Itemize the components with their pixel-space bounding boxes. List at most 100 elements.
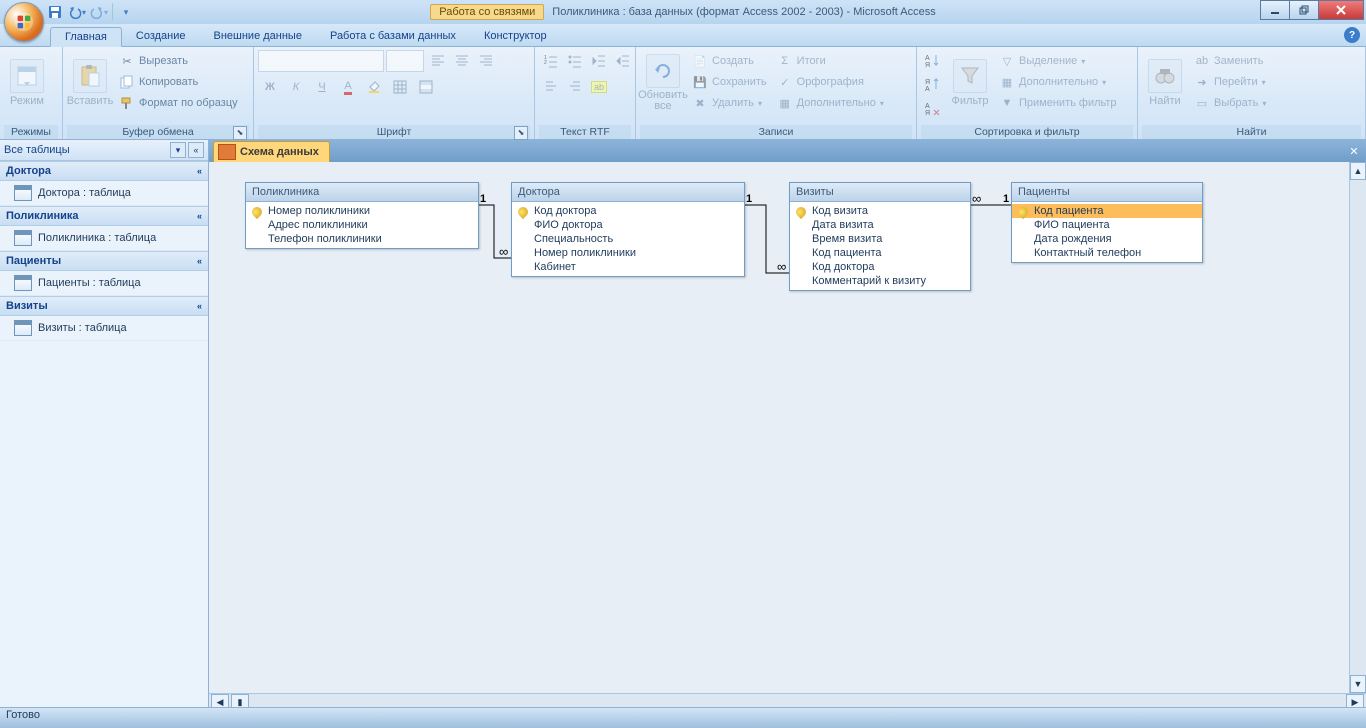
rtl-button[interactable]	[563, 75, 587, 99]
relationship-field[interactable]: Номер поликлиники	[512, 246, 744, 260]
fill-color-button[interactable]	[362, 75, 386, 99]
nav-category-dropdown[interactable]: ▾	[170, 142, 186, 158]
qat-redo-button[interactable]: ▾	[90, 3, 108, 21]
qat-undo-button[interactable]: ▾	[68, 3, 86, 21]
relationship-field[interactable]: Кабинет	[512, 260, 744, 274]
ribbon-tab[interactable]: Создание	[122, 27, 200, 46]
decrease-indent-button[interactable]	[611, 49, 635, 73]
relationships-canvas[interactable]: 1∞1∞1∞ ПоликлиникаНомер поликлиникиАдрес…	[209, 162, 1366, 693]
totals-button[interactable]: ΣИтоги	[773, 51, 888, 71]
align-left-button[interactable]	[426, 49, 450, 73]
align-right-button[interactable]	[474, 49, 498, 73]
relationship-field[interactable]: Код доктора	[790, 260, 970, 274]
bullet-list-button[interactable]	[563, 49, 587, 73]
relationship-table[interactable]: Поликлиника Номер поликлиникиАдрес поликл…	[245, 182, 479, 249]
find-button[interactable]: Найти	[1142, 49, 1188, 117]
nav-item[interactable]: Поликлиника : таблица	[0, 226, 208, 251]
paste-button[interactable]: Вставить	[67, 49, 113, 117]
relationship-table-title[interactable]: Пациенты	[1012, 183, 1202, 202]
filter-button[interactable]: Фильтр	[947, 49, 993, 117]
relationship-field[interactable]: Комментарий к визиту	[790, 274, 970, 288]
clear-sort-button[interactable]: АЯ	[921, 97, 945, 121]
alt-row-color-button[interactable]	[414, 75, 438, 99]
scroll-down-button[interactable]: ▼	[1350, 675, 1366, 693]
sort-asc-button[interactable]: АЯ	[921, 49, 945, 73]
replace-button[interactable]: abЗаменить	[1190, 51, 1270, 71]
document-close-button[interactable]: ✕	[1346, 143, 1362, 159]
select-button[interactable]: ▭Выбрать ▾	[1190, 93, 1270, 113]
toggle-filter-button[interactable]: ▼Применить фильтр	[995, 93, 1121, 113]
relationship-field[interactable]: Код пациента	[790, 246, 970, 260]
ribbon-tab[interactable]: Главная	[50, 27, 122, 47]
nav-item[interactable]: Пациенты : таблица	[0, 271, 208, 296]
relationship-table-title[interactable]: Доктора	[512, 183, 744, 202]
view-mode-button[interactable]: Режим	[4, 49, 50, 117]
new-record-button[interactable]: 📄Создать	[688, 51, 771, 71]
relationship-field[interactable]: Код пациента	[1012, 204, 1202, 218]
copy-button[interactable]: Копировать	[115, 72, 242, 92]
nav-item[interactable]: Визиты : таблица	[0, 316, 208, 341]
qat-customize-button[interactable]: ▾	[112, 3, 135, 21]
save-record-button[interactable]: 💾Сохранить	[688, 72, 771, 92]
format-painter-button[interactable]: Формат по образцу	[115, 93, 242, 113]
relationship-field[interactable]: Время визита	[790, 232, 970, 246]
vertical-scrollbar[interactable]: ▲ ▼	[1349, 162, 1366, 693]
nav-group-header[interactable]: Пациенты«	[0, 251, 208, 271]
nav-collapse-button[interactable]: «	[188, 142, 204, 158]
restore-button[interactable]	[1289, 0, 1319, 20]
delete-record-button[interactable]: ✖Удалить ▾	[688, 93, 771, 113]
advanced-filter-button[interactable]: ▦Дополнительно ▾	[995, 72, 1121, 92]
document-tab-relationships[interactable]: Схема данных	[213, 141, 330, 162]
help-button[interactable]: ?	[1344, 27, 1360, 43]
increase-indent-button[interactable]	[587, 49, 611, 73]
nav-group-header[interactable]: Визиты«	[0, 296, 208, 316]
relationship-table[interactable]: ВизитыКод визитаДата визитаВремя визитаК…	[789, 182, 971, 291]
relationship-field[interactable]: Номер поликлиники	[246, 204, 478, 218]
more-records-button[interactable]: ▦Дополнительно ▾	[773, 93, 888, 113]
highlight-button[interactable]: ab	[587, 75, 611, 99]
scroll-up-button[interactable]: ▲	[1350, 162, 1366, 180]
font-family-combo[interactable]	[258, 50, 384, 72]
relationship-field[interactable]: Телефон поликлиники	[246, 232, 478, 246]
qat-save-button[interactable]	[46, 3, 64, 21]
relationship-field[interactable]: Адрес поликлиники	[246, 218, 478, 232]
relationship-field[interactable]: ФИО пациента	[1012, 218, 1202, 232]
gridlines-button[interactable]	[388, 75, 412, 99]
minimize-button[interactable]	[1260, 0, 1290, 20]
font-size-combo[interactable]	[386, 50, 424, 72]
relationship-field[interactable]: Дата визита	[790, 218, 970, 232]
ribbon-tab[interactable]: Внешние данные	[200, 27, 316, 46]
nav-group-header[interactable]: Доктора«	[0, 161, 208, 181]
selection-filter-button[interactable]: ▽Выделение ▾	[995, 51, 1121, 71]
relationship-field[interactable]: Код доктора	[512, 204, 744, 218]
refresh-all-button[interactable]: Обновить все	[640, 49, 686, 117]
font-color-button[interactable]: А	[336, 75, 360, 99]
relationship-field[interactable]: Код визита	[790, 204, 970, 218]
font-dialog-launcher[interactable]: ⬊	[514, 126, 528, 140]
sort-desc-button[interactable]: ЯА	[921, 73, 945, 97]
spelling-button[interactable]: ✓Орфография	[773, 72, 888, 92]
ribbon-tab[interactable]: Работа с базами данных	[316, 27, 470, 46]
relationship-field[interactable]: Специальность	[512, 232, 744, 246]
numbered-list-button[interactable]: 12	[539, 49, 563, 73]
bold-button[interactable]: Ж	[258, 75, 282, 99]
nav-item[interactable]: Доктора : таблица	[0, 181, 208, 206]
relationship-field[interactable]: ФИО доктора	[512, 218, 744, 232]
clipboard-dialog-launcher[interactable]: ⬊	[233, 126, 247, 140]
nav-pane-header[interactable]: Все таблицы ▾«	[0, 140, 208, 161]
relationship-field[interactable]: Контактный телефон	[1012, 246, 1202, 260]
cut-button[interactable]: ✂Вырезать	[115, 51, 242, 71]
relationship-field[interactable]: Дата рождения	[1012, 232, 1202, 246]
relationship-table[interactable]: Доктора Код доктораФИО доктораСпециальнос…	[511, 182, 745, 277]
align-center-button[interactable]	[450, 49, 474, 73]
office-button[interactable]	[4, 2, 44, 42]
relationship-table-title[interactable]: Визиты	[790, 183, 970, 202]
close-button[interactable]	[1318, 0, 1364, 20]
ribbon-tab[interactable]: Конструктор	[470, 27, 561, 46]
italic-button[interactable]: К	[284, 75, 308, 99]
relationship-table-title[interactable]: Поликлиника	[246, 183, 478, 202]
relationship-table[interactable]: Пациенты Код пациентаФИО пациентаДата рож…	[1011, 182, 1203, 263]
nav-group-header[interactable]: Поликлиника«	[0, 206, 208, 226]
underline-button[interactable]: Ч	[310, 75, 334, 99]
ltr-button[interactable]	[539, 75, 563, 99]
